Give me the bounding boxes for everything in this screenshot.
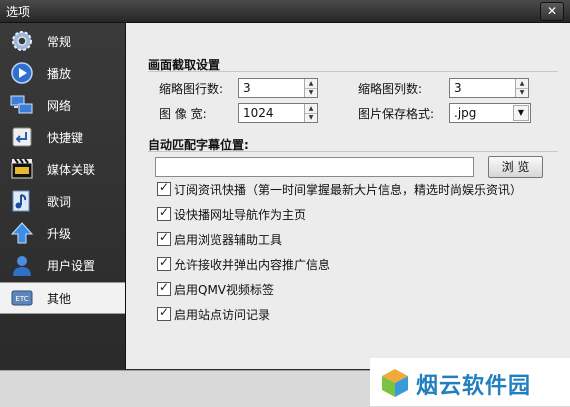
image-width-value: 1024 [243, 106, 274, 120]
option-label: 订阅资讯快播（第一时间掌握最新大片信息，精选时尚娱乐资讯） [174, 183, 523, 197]
subtitle-path-input[interactable] [155, 157, 474, 177]
sidebar-item-media-association[interactable]: 媒体关联 [0, 154, 125, 184]
chevron-down-icon[interactable]: ▼ [513, 105, 529, 121]
cube-logo-icon [382, 369, 408, 397]
network-icon [10, 95, 33, 114]
thumb-rows-value: 3 [243, 81, 251, 95]
watermark: 烟云软件园 [370, 358, 570, 406]
options-panel: 画面截取设置 缩略图行数: 3 ▲ ▼ 缩略图列数: 3 ▲ ▼ 图 像 宽: … [126, 23, 570, 369]
play-icon [11, 62, 33, 84]
stepper-down-icon[interactable]: ▼ [516, 88, 528, 97]
user-icon [13, 256, 31, 276]
sidebar: 常规 播放 网络 快捷键 媒体关联 歌词 升级 用户设置 ETC 其他 [0, 23, 126, 369]
browse-button[interactable]: 浏 览 [488, 156, 543, 178]
thumb-cols-stepper[interactable]: 3 ▲ ▼ [449, 78, 529, 98]
sidebar-item-lyrics[interactable]: 歌词 [0, 186, 125, 216]
shortcut-icon [12, 127, 32, 147]
image-format-label: 图片保存格式: [358, 107, 435, 121]
window-title: 选项 [6, 5, 31, 19]
sidebar-item-label: 常规 [47, 35, 72, 49]
sidebar-item-playback[interactable]: 播放 [0, 58, 125, 88]
section-divider [148, 71, 558, 72]
sidebar-item-network[interactable]: 网络 [0, 90, 125, 120]
sidebar-item-label: 网络 [47, 99, 72, 113]
etc-icon: ETC [11, 290, 33, 306]
music-note-icon [12, 190, 30, 212]
stepper-down-icon[interactable]: ▼ [305, 113, 317, 122]
checkbox[interactable] [157, 255, 171, 271]
sidebar-item-label: 用户设置 [47, 259, 96, 273]
sidebar-item-shortcuts[interactable]: 快捷键 [0, 122, 125, 152]
option-label: 允许接收并弹出内容推广信息 [174, 258, 331, 272]
watermark-text: 烟云软件园 [416, 374, 532, 399]
film-icon [11, 158, 33, 179]
sidebar-item-other[interactable]: ETC 其他 [0, 282, 125, 314]
thumb-cols-label: 缩略图列数: [358, 82, 423, 96]
sidebar-item-upgrade[interactable]: 升级 [0, 218, 125, 248]
image-width-stepper[interactable]: 1024 ▲ ▼ [238, 103, 318, 123]
sidebar-item-label: 播放 [47, 67, 72, 81]
thumb-rows-stepper[interactable]: 3 ▲ ▼ [238, 78, 318, 98]
option-label: 启用浏览器辅助工具 [174, 233, 283, 247]
checkbox[interactable] [157, 230, 171, 246]
svg-text:ETC: ETC [15, 295, 28, 303]
stepper-down-icon[interactable]: ▼ [305, 88, 317, 97]
image-width-label: 图 像 宽: [159, 107, 207, 121]
thumb-rows-label: 缩略图行数: [159, 82, 224, 96]
upgrade-arrow-icon [10, 222, 34, 244]
checkbox[interactable] [157, 280, 171, 296]
section-divider [148, 151, 558, 152]
sidebar-item-label: 其他 [47, 292, 72, 306]
option-label: 启用QMV视频标签 [174, 283, 275, 297]
option-label: 启用站点访问记录 [174, 308, 271, 322]
sidebar-item-label: 媒体关联 [47, 163, 96, 177]
image-format-select[interactable]: .jpg ▼ [449, 103, 531, 123]
image-format-value: .jpg [454, 106, 477, 120]
sidebar-item-general[interactable]: 常规 [0, 26, 125, 56]
checkbox[interactable] [157, 180, 171, 196]
close-button[interactable]: ✕ [540, 2, 564, 21]
sidebar-item-label: 升级 [47, 227, 72, 241]
checkbox[interactable] [157, 305, 171, 321]
close-icon: ✕ [546, 4, 558, 18]
sidebar-item-user-settings[interactable]: 用户设置 [0, 250, 125, 280]
gear-icon [12, 31, 32, 51]
checkbox[interactable] [157, 205, 171, 221]
option-label: 设快播网址导航作为主页 [174, 208, 307, 222]
sidebar-item-label: 快捷键 [47, 131, 84, 145]
title-bar: 选项 ✕ [0, 0, 570, 23]
sidebar-item-label: 歌词 [47, 195, 72, 209]
thumb-cols-value: 3 [454, 81, 462, 95]
